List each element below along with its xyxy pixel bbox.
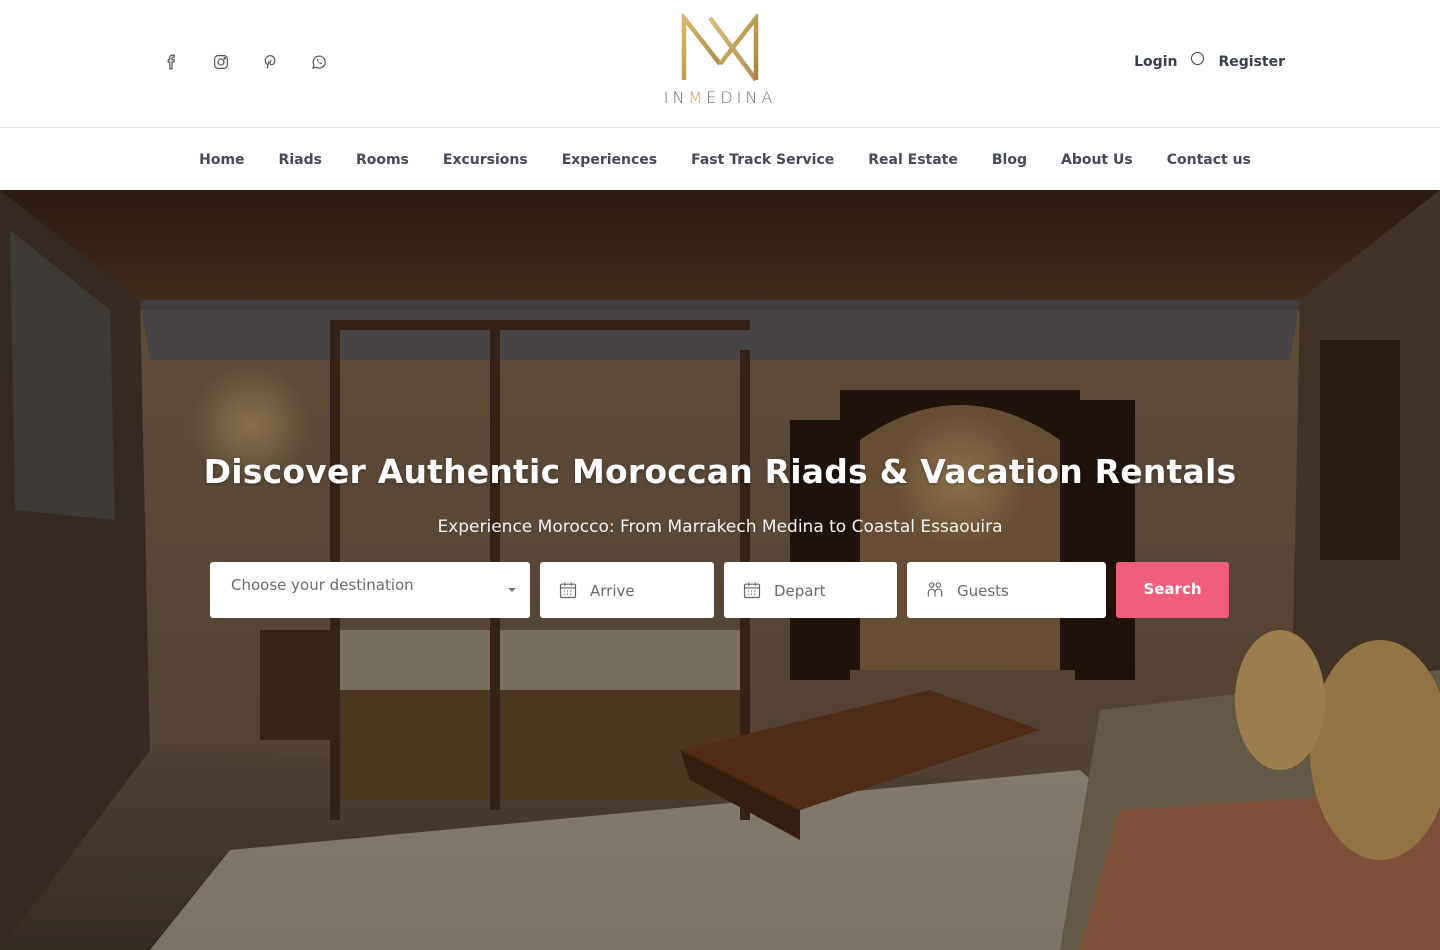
pinterest-icon[interactable] — [260, 51, 280, 73]
destination-select[interactable]: Choose your destination — [210, 562, 530, 618]
arrive-placeholder: Arrive — [590, 582, 635, 600]
calendar-icon — [558, 580, 578, 600]
auth-links: Login Register — [1134, 51, 1285, 70]
whatsapp-icon[interactable] — [309, 51, 329, 73]
login-link[interactable]: Login — [1134, 54, 1177, 70]
instagram-icon[interactable] — [211, 51, 231, 73]
nav-item-fast-track-service[interactable]: Fast Track Service — [691, 152, 834, 168]
chevron-down-icon — [508, 588, 516, 592]
top-header: INMEDINA Login Register — [0, 0, 1440, 128]
nav-item-real-estate[interactable]: Real Estate — [868, 152, 958, 168]
social-links — [162, 51, 329, 73]
guests-placeholder: Guests — [957, 582, 1009, 600]
guests-icon — [925, 580, 945, 600]
inmedina-logo[interactable]: INMEDINA — [650, 14, 790, 114]
logo-wordmark: INMEDINA — [663, 88, 777, 107]
nav-item-riads[interactable]: Riads — [279, 152, 322, 168]
arrive-date-field[interactable]: Arrive — [540, 562, 714, 618]
depart-placeholder: Depart — [774, 582, 826, 600]
nav-item-contact-us[interactable]: Contact us — [1167, 152, 1251, 168]
nav-item-blog[interactable]: Blog — [992, 152, 1027, 168]
calendar-icon — [742, 580, 762, 600]
search-form: Choose your destination Arrive Depart Gu… — [210, 562, 1229, 618]
depart-date-field[interactable]: Depart — [724, 562, 897, 618]
nav-item-home[interactable]: Home — [199, 152, 244, 168]
hero-section: Discover Authentic Moroccan Riads & Vaca… — [0, 190, 1440, 950]
hero-subtitle: Experience Morocco: From Marrakech Medin… — [437, 517, 1003, 537]
search-button[interactable]: Search — [1116, 562, 1229, 618]
register-link[interactable]: Register — [1218, 54, 1285, 70]
hero-title: Discover Authentic Moroccan Riads & Vaca… — [203, 452, 1237, 491]
nav-item-rooms[interactable]: Rooms — [356, 152, 409, 168]
nav-item-about-us[interactable]: About Us — [1061, 152, 1133, 168]
destination-placeholder: Choose your destination — [231, 576, 414, 594]
nav-item-experiences[interactable]: Experiences — [562, 152, 657, 168]
user-circle-icon — [1191, 51, 1205, 65]
nav-item-excursions[interactable]: Excursions — [443, 152, 528, 168]
logo-monogram-icon — [681, 14, 759, 82]
guests-field[interactable]: Guests — [907, 562, 1106, 618]
main-nav: Home Riads Rooms Excursions Experiences … — [0, 129, 1440, 190]
facebook-icon[interactable] — [162, 51, 182, 73]
